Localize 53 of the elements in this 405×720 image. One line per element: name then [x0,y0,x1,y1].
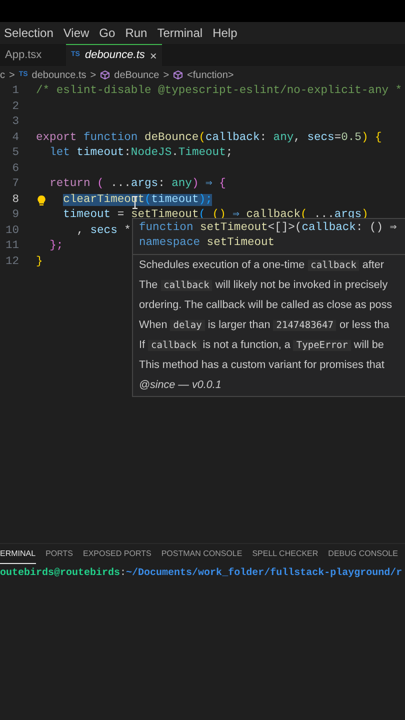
signature-line: function setTimeout<[]>(callback: () ⇒ [139,221,398,236]
line-number: 12 [4,254,19,270]
signature-line: namespace setTimeout [139,236,276,251]
menu-item[interactable]: View [63,24,90,42]
doc-text: Schedules execution of a one-time callback after [139,258,386,273]
since-tag: @since — v0.0.1 [139,378,399,393]
line-number: 10 [4,224,19,238]
menu-item[interactable]: Terminal [157,24,203,42]
chevron-icon: > [90,68,96,82]
line-number: 6 [11,162,19,176]
breadcrumb-item[interactable]: debounce.ts [32,68,86,82]
line-number: 7 [11,177,19,192]
editor-tab[interactable]: App.tsx [0,44,66,66]
menu-item[interactable]: Help [212,24,238,42]
doc-text: The callback will likely not be invoked in precisely [139,278,389,293]
doc-text: When delay is larger than 2147483647 or less tha [139,318,390,333]
chevron-icon: > [9,68,15,82]
panel-tab[interactable]: PORTS [46,545,73,563]
line-number: 4 [11,130,19,146]
close-icon[interactable]: × [150,46,157,64]
line-number: 9 [11,208,19,223]
code-line: export function deBounce(callback: any, secs=0.5) { [36,132,382,144]
menu-item[interactable]: Run [125,24,148,42]
lightbulb-icon[interactable] [37,194,46,206]
breadcrumb-item[interactable]: <function> [187,68,234,82]
panel-tab[interactable]: DEBUG CONSOLE [328,545,398,563]
breadcrumb-item[interactable]: deBounce [114,68,160,82]
panel-tab[interactable]: POSTMAN CONSOLE [161,545,242,563]
terminal-prompt: outebirds@routebirds:~/Documents/work_folder/fullstack-playground/r [0,566,404,581]
doc-text: ordering. The callback will be called as close as poss [139,298,394,313]
code-line: } [36,256,43,268]
panel-tab[interactable]: EXPOSED PORTS [82,545,152,563]
chevron-icon: > [163,68,170,82]
breadcrumb-item[interactable]: c [0,68,5,82]
line-number: 3 [11,115,19,130]
panel-tab[interactable]: SPELL CHECKER [252,545,318,563]
code-line: }; [50,240,64,252]
line-number: 1 [11,84,19,99]
menu-item[interactable]: Go [99,24,116,42]
cube-icon [173,70,184,80]
code-line: , secs * [76,224,131,236]
doc-text: If callback is not a function, a TypeError will be [139,338,385,353]
line-number: 5 [11,146,19,161]
code-line: let timeout:NodeJS.Timeout; [50,147,233,159]
line-number: 8 [11,192,19,208]
panel-tab[interactable]: ERMINAL [0,544,36,564]
menu-item[interactable]: Selection [4,24,54,42]
code-line: return ( ...args: any) ⇒ { [50,178,226,190]
line-number: 11 [4,239,19,254]
doc-text: This method has a custom variant for promises that [139,358,386,373]
line-number: 2 [11,100,19,114]
cube-icon [100,70,110,80]
code-line: /* eslint-disable @typescript-eslint/no-explicit-any * [36,85,402,97]
